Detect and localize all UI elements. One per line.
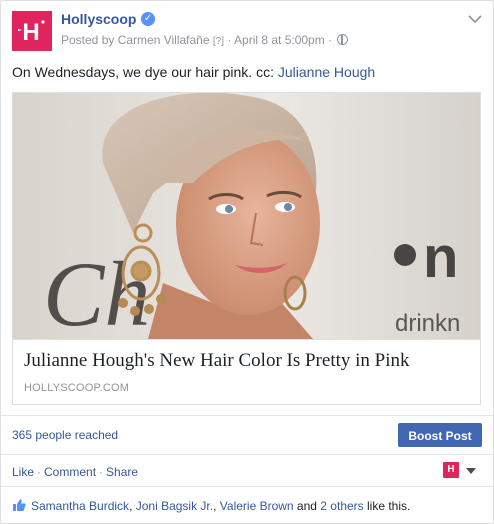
post-header: H Hollyscoop ✓ Posted by Carmen Villafañ… <box>12 11 483 59</box>
post-actions: Like · Comment · Share <box>12 465 138 479</box>
liker-2[interactable]: Joni Bagsik Jr. <box>136 499 213 513</box>
link-preview[interactable]: Ch n drinkn Julianne Hough's New Hair Co… <box>12 92 481 405</box>
chevron-down-icon[interactable] <box>467 13 483 25</box>
likes-and: and <box>293 499 321 513</box>
article-title[interactable]: Julianne Hough's New Hair Color Is Prett… <box>24 350 410 372</box>
meta-separator: · <box>227 33 232 47</box>
help-mark[interactable]: [?] <box>213 36 224 47</box>
svg-text:Ch: Ch <box>43 243 150 339</box>
people-reached[interactable]: 365 people reached <box>12 428 118 442</box>
share-link[interactable]: Share <box>106 465 138 479</box>
likes-others-link[interactable]: 2 others <box>320 499 363 513</box>
reach-bar: 365 people reached Boost Post <box>1 415 493 455</box>
link-caption[interactable]: Julianne Hough's New Hair Color Is Prett… <box>13 339 480 404</box>
action-separator-2: · <box>99 465 104 479</box>
likes-sep-1: , <box>129 499 136 513</box>
verified-badge-icon: ✓ <box>141 12 155 26</box>
post-card: H Hollyscoop ✓ Posted by Carmen Villafañ… <box>0 0 494 524</box>
thumbs-up-icon <box>13 499 26 511</box>
post-timestamp[interactable]: April 8 at 5:00pm <box>234 33 325 47</box>
article-photo: Ch n drinkn <box>13 93 480 339</box>
like-link[interactable]: Like <box>12 465 34 479</box>
likes-text: Samantha Burdick, Joni Bagsik Jr., Valer… <box>31 499 410 513</box>
globe-icon[interactable] <box>337 34 349 45</box>
svg-text:H: H <box>22 19 39 46</box>
boost-post-button[interactable]: Boost Post <box>398 423 482 447</box>
liker-1[interactable]: Samantha Burdick <box>31 499 129 513</box>
likes-suffix: like this. <box>363 499 411 513</box>
comment-link[interactable]: Comment <box>44 465 96 479</box>
svg-text:n: n <box>423 225 458 290</box>
article-domain: HOLLYSCOOP.COM <box>24 382 130 394</box>
action-bar: Like · Comment · Share H <box>1 455 493 487</box>
posted-by: Posted by Carmen Villafañe <box>61 33 210 47</box>
page-name-link[interactable]: Hollyscoop <box>61 11 136 27</box>
liker-3[interactable]: Valerie Brown <box>220 499 294 513</box>
post-message: On Wednesdays, we dye our hair pink. cc:… <box>12 64 375 80</box>
likes-sep-2: , <box>213 499 220 513</box>
page-logo[interactable]: H <box>12 11 52 51</box>
post-meta: Posted by Carmen Villafañe [?] · April 8… <box>61 33 349 47</box>
caret-down-icon[interactable] <box>466 468 476 474</box>
meta-separator-2: · <box>328 33 333 47</box>
action-separator: · <box>37 465 42 479</box>
mention-link[interactable]: Julianne Hough <box>278 64 375 80</box>
post-message-text: On Wednesdays, we dye our hair pink. cc: <box>12 64 278 80</box>
article-image[interactable]: Ch n drinkn <box>13 93 480 339</box>
likes-summary: Samantha Burdick, Joni Bagsik Jr., Valer… <box>1 487 493 523</box>
svg-text:drinkn: drinkn <box>395 310 460 337</box>
hollyscoop-logo-icon: H <box>12 11 52 51</box>
page-avatar-icon[interactable]: H <box>443 462 459 478</box>
